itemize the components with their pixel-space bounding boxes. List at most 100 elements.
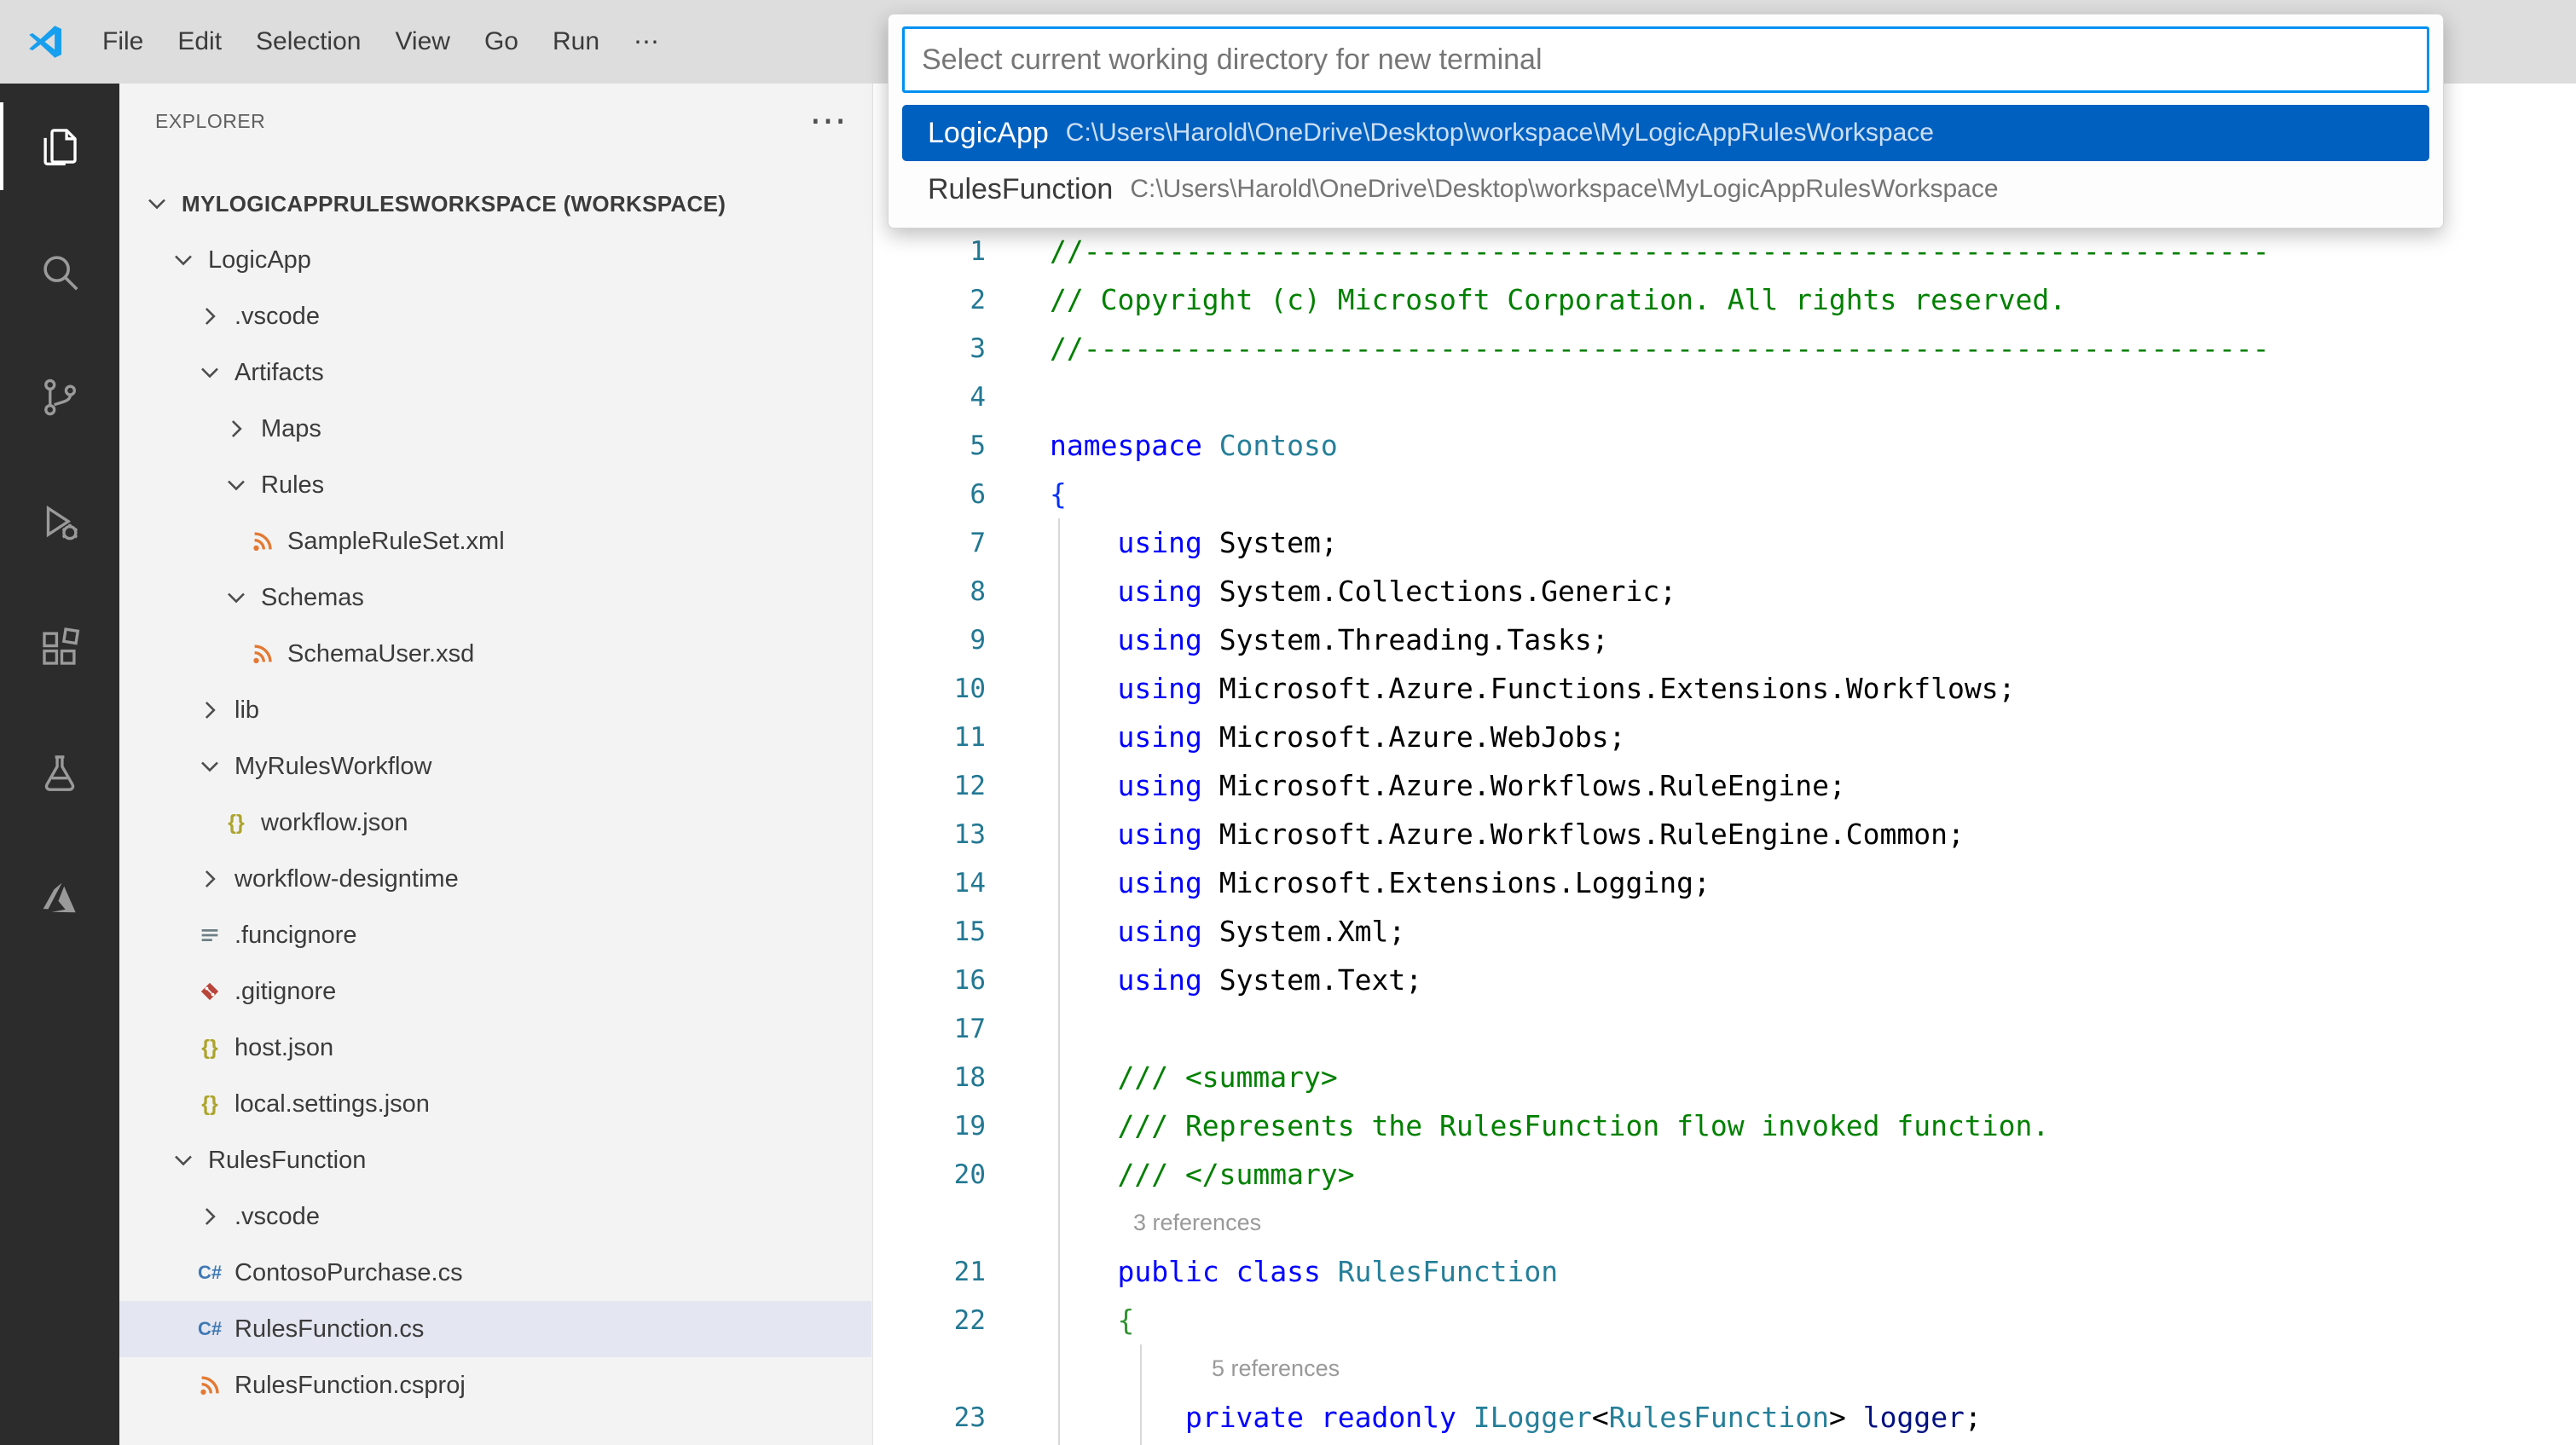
vscode-logo-icon: [26, 22, 65, 61]
menu-edit[interactable]: Edit: [160, 0, 239, 84]
tree-item[interactable]: .vscode: [119, 288, 871, 344]
line-number: 16: [874, 965, 986, 996]
activity-item-testing[interactable]: [0, 710, 119, 835]
tree-item[interactable]: {}host.json: [119, 1020, 871, 1076]
activity-item-extensions[interactable]: [0, 585, 119, 710]
menu-file[interactable]: File: [85, 0, 160, 84]
code-line[interactable]: 3//-------------------------------------…: [874, 324, 2576, 373]
tree-item[interactable]: SchemaUser.xsd: [119, 626, 871, 682]
editor[interactable]: 1//-------------------------------------…: [874, 84, 2576, 1445]
code-text: using System.Threading.Tasks;: [986, 623, 1609, 656]
code-line[interactable]: 12 using Microsoft.Azure.Workflows.RuleE…: [874, 761, 2576, 810]
code-text: namespace Contoso: [986, 429, 1338, 462]
line-number: 3: [874, 333, 986, 364]
tree-item[interactable]: RulesFunction: [119, 1132, 871, 1188]
menu-selection[interactable]: Selection: [239, 0, 378, 84]
quick-pick-item[interactable]: LogicAppC:\Users\Harold\OneDrive\Desktop…: [902, 105, 2429, 161]
tree-item[interactable]: C#RulesFunction.cs: [119, 1301, 871, 1357]
tree-item-label: lib: [234, 696, 259, 725]
code-line[interactable]: 6{: [874, 470, 2576, 518]
explorer-more-actions-button[interactable]: ⋯: [809, 102, 847, 140]
tree-item[interactable]: MYLOGICAPPRULESWORKSPACE (WORKSPACE): [119, 176, 871, 232]
codelens-references[interactable]: 5 references: [1212, 1355, 1340, 1382]
tree-item[interactable]: C#ContosoPurchase.cs: [119, 1245, 871, 1301]
tree-item[interactable]: SampleRuleSet.xml: [119, 513, 871, 569]
code-line[interactable]: 17: [874, 1004, 2576, 1053]
tree-item-label: Rules: [261, 471, 324, 500]
code-line[interactable]: 10 using Microsoft.Azure.Functions.Exten…: [874, 664, 2576, 713]
line-number: 20: [874, 1159, 986, 1190]
code-line[interactable]: 24: [874, 1442, 2576, 1445]
code-line[interactable]: 18 /// <summary>: [874, 1053, 2576, 1101]
tree-item[interactable]: MyRulesWorkflow: [119, 738, 871, 795]
tree-item[interactable]: Artifacts: [119, 344, 871, 401]
code-line[interactable]: 16 using System.Text;: [874, 956, 2576, 1004]
code-text: using System;: [986, 526, 1338, 559]
line-number: 23: [874, 1402, 986, 1433]
search-icon: [37, 249, 83, 295]
tree-item-label: Schemas: [261, 584, 364, 612]
codelens-references[interactable]: 3 references: [1133, 1210, 1261, 1236]
code-line[interactable]: 11 using Microsoft.Azure.WebJobs;: [874, 713, 2576, 761]
activity-item-source-control[interactable]: [0, 334, 119, 460]
menu-run[interactable]: Run: [535, 0, 617, 84]
activity-item-azure[interactable]: [0, 835, 119, 961]
tree-item-label: MyRulesWorkflow: [234, 753, 432, 781]
quick-pick: LogicAppC:\Users\Harold\OneDrive\Desktop…: [888, 14, 2444, 228]
code-line[interactable]: 7 using System;: [874, 518, 2576, 567]
tree-item[interactable]: {}workflow.json: [119, 795, 871, 851]
tree-item[interactable]: workflow-designtime: [119, 851, 871, 907]
code-line[interactable]: 22 {: [874, 1296, 2576, 1344]
code-lines: 1//-------------------------------------…: [874, 227, 2576, 1445]
code-text: //--------------------------------------…: [986, 234, 2269, 268]
ignore-icon: [194, 922, 226, 948]
code-line[interactable]: 23 private readonly ILogger<RulesFunctio…: [874, 1393, 2576, 1442]
tree-item-label: RulesFunction.csproj: [234, 1372, 466, 1400]
code-line[interactable]: 13 using Microsoft.Azure.Workflows.RuleE…: [874, 810, 2576, 858]
activity-item-search[interactable]: [0, 209, 119, 334]
tree-item[interactable]: Schemas: [119, 569, 871, 626]
quick-pick-input[interactable]: [902, 26, 2429, 93]
tree-item[interactable]: .gitignore: [119, 963, 871, 1020]
tree-item-label: host.json: [234, 1034, 333, 1062]
tree-item[interactable]: Rules: [119, 457, 871, 513]
menu-view[interactable]: View: [378, 0, 466, 84]
code-text: using Microsoft.Azure.Workflows.RuleEngi…: [986, 769, 1846, 802]
chevron-down-icon: [141, 191, 173, 217]
tree-item[interactable]: .vscode: [119, 1188, 871, 1245]
quick-pick-item[interactable]: RulesFunctionC:\Users\Harold\OneDrive\De…: [902, 161, 2429, 217]
code-line[interactable]: 8 using System.Collections.Generic;: [874, 567, 2576, 616]
code-line[interactable]: 20 /// </summary>: [874, 1150, 2576, 1199]
tree-item[interactable]: lib: [119, 682, 871, 738]
xml-icon: [194, 1373, 226, 1398]
codelens-row: 5 references: [874, 1344, 2576, 1393]
csharp-icon: C#: [194, 1318, 226, 1340]
tree-item[interactable]: RulesFunction.csproj: [119, 1357, 871, 1413]
code-line[interactable]: 2// Copyright (c) Microsoft Corporation.…: [874, 275, 2576, 324]
menu-overflow-button[interactable]: ⋯: [617, 0, 676, 84]
code-line[interactable]: 9 using System.Threading.Tasks;: [874, 616, 2576, 664]
code-line[interactable]: 15 using System.Xml;: [874, 907, 2576, 956]
tree-item[interactable]: Maps: [119, 401, 871, 457]
code-line[interactable]: 21 public class RulesFunction: [874, 1247, 2576, 1296]
code-text: using System.Text;: [986, 963, 1422, 997]
code-line[interactable]: 5namespace Contoso: [874, 421, 2576, 470]
tree-item[interactable]: .funcignore: [119, 907, 871, 963]
code-text: using Microsoft.Extensions.Logging;: [986, 866, 1711, 899]
activity-item-explorer[interactable]: [0, 84, 119, 209]
code-line[interactable]: 4: [874, 373, 2576, 421]
code-line[interactable]: 19 /// Represents the RulesFunction flow…: [874, 1101, 2576, 1150]
xml-icon: [246, 641, 279, 667]
code-text: {: [986, 1303, 1134, 1337]
csharp-icon: C#: [194, 1262, 226, 1284]
tree-item-label: Artifacts: [234, 359, 324, 387]
code-text: /// <summary>: [986, 1061, 1338, 1094]
code-line[interactable]: 14 using Microsoft.Extensions.Logging;: [874, 858, 2576, 907]
menu-go[interactable]: Go: [467, 0, 535, 84]
tree-item[interactable]: LogicApp: [119, 232, 871, 288]
codelens-row: 3 references: [874, 1199, 2576, 1247]
code-line[interactable]: 1//-------------------------------------…: [874, 227, 2576, 275]
activity-item-run-and-debug[interactable]: [0, 460, 119, 585]
tree-item[interactable]: {}local.settings.json: [119, 1076, 871, 1132]
testing-icon: [37, 750, 83, 796]
